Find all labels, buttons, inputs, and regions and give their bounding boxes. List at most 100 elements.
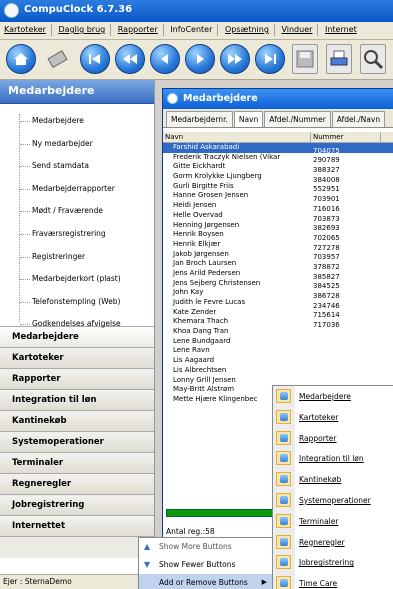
cell-navn: Khoa Dang Tran — [173, 327, 229, 336]
table-row[interactable]: Gitte Eickhardt 388327 — [163, 162, 393, 174]
tree-item-registreringer[interactable]: Registreringer — [0, 246, 154, 269]
rewind-icon[interactable] — [115, 44, 145, 74]
save-icon[interactable] — [292, 44, 318, 74]
menu-item-show-fewer-buttons[interactable]: ▼ Show Fewer Buttons — [139, 556, 273, 574]
table-row[interactable]: Lis Aagaard — [163, 356, 393, 366]
menu-bar: Kartoteker Daglig brug Rapporter InfoCen… — [0, 22, 393, 40]
tab-afdel-nummer[interactable]: Afdel./Nummer — [264, 111, 331, 127]
table-row[interactable]: John Kay 386728 — [163, 288, 393, 300]
tree-item-fravaersregistrering[interactable]: Fraværsregistrering — [0, 223, 154, 246]
first-icon[interactable] — [80, 44, 110, 74]
table-row[interactable]: Judith le Fevre Lucas 234746 — [163, 298, 393, 310]
submenu-item[interactable]: Kantinekøb — [273, 469, 393, 490]
menu-kartoteker[interactable]: Kartoteker — [0, 22, 51, 39]
table-row[interactable]: Jens Sejberg Christensen 384525 — [163, 279, 393, 291]
submenu-item[interactable]: Systemoperationer — [273, 490, 393, 511]
menu-item-show-more-buttons[interactable]: ▲ Show More Buttons — [139, 538, 273, 556]
table-row[interactable]: Gurli Birgitte Friis 552951 — [163, 181, 393, 194]
submenu-item[interactable]: Terminaler — [273, 511, 393, 532]
table-row[interactable]: Lonny Grill Jensen — [163, 376, 393, 386]
cell-navn: Farshid Askarabadi — [173, 143, 240, 151]
submenu-arrow-icon: ▶ — [261, 578, 267, 586]
table-row[interactable]: Lene Ravn — [163, 346, 393, 356]
menu-opsaetning[interactable]: Opsætning — [221, 22, 274, 39]
cell-navn: Gurli Birgitte Friis — [173, 181, 234, 190]
menu-internet[interactable]: Internet — [321, 22, 362, 39]
table-row[interactable]: Jakob Jørgensen 703957 — [163, 250, 393, 262]
nav-button-kantinekob[interactable]: Kantinekøb — [0, 411, 154, 432]
tree-item-send-stamdata[interactable]: Send stamdata — [0, 155, 154, 178]
tab-medarbejdernr[interactable]: Medarbejdernr. — [166, 111, 233, 127]
tree-item-medarbejderkort[interactable]: Medarbejderkort (plast) — [0, 268, 154, 291]
table-row[interactable]: Henrik Elkjær 727278 — [163, 240, 393, 252]
cell-navn: Gorm Krolykke Ljungberg — [173, 172, 262, 181]
table-row[interactable]: Farshid Askarabadi 704075 — [163, 143, 393, 155]
table-row[interactable]: Lis Albrechtsen — [163, 366, 393, 376]
forward-icon[interactable] — [185, 44, 215, 74]
table-row[interactable]: Jan Broch Laursen 378872 — [163, 259, 393, 271]
cell-navn: Kate Zender — [173, 307, 217, 316]
column-header-navn[interactable]: Navn — [163, 132, 311, 143]
print-icon[interactable] — [326, 44, 352, 74]
tree-item-modt-fravaerende[interactable]: Mødt / Fraværende — [0, 200, 154, 223]
menu-item-add-remove-buttons[interactable]: Add or Remove Buttons ▶ — [139, 574, 273, 589]
checked-button-icon — [276, 555, 291, 570]
menu-infocenter[interactable]: InfoCenter — [166, 22, 217, 39]
submenu-item[interactable]: Medarbejdere — [273, 386, 393, 407]
nav-button-terminaler[interactable]: Terminaler — [0, 453, 154, 474]
menu-rapporter[interactable]: Rapporter — [114, 22, 163, 39]
submenu-item[interactable]: Jobregistrering — [273, 552, 393, 573]
nav-button-internettet[interactable]: Internettet — [0, 516, 154, 537]
submenu-item-label: Time Care — [299, 579, 338, 589]
preview-icon[interactable] — [360, 44, 386, 74]
submenu-item[interactable]: Time Care — [273, 573, 393, 589]
column-header-nummer[interactable]: Nummer — [311, 132, 381, 143]
tree-item-telefonstempling[interactable]: Telefonstempling (Web) — [0, 291, 154, 314]
table-row[interactable]: Henning Jørgensen 382693 — [163, 221, 393, 233]
cell-navn: Khemara Thach — [173, 317, 229, 326]
left-panel-header: Medarbejdere — [0, 80, 154, 104]
table-row[interactable]: Kate Zender 715614 — [163, 307, 393, 320]
cell-navn: Jens Arild Pedersen — [173, 268, 241, 277]
progress-bar — [166, 509, 276, 517]
nav-button-kartoteker[interactable]: Kartoteker — [0, 348, 154, 369]
tab-afdel-navn[interactable]: Afdel./Navn — [331, 111, 386, 127]
home-icon[interactable] — [6, 44, 36, 74]
nav-button-systemoperationer[interactable]: Systemoperationer — [0, 432, 154, 453]
tree-item-ny-medarbejder[interactable]: Ny medarbejder — [0, 133, 154, 156]
back-icon[interactable] — [150, 44, 180, 74]
checked-button-icon — [276, 513, 291, 528]
record-count: Antal reg.:58 — [166, 527, 215, 536]
table-row[interactable]: Henrik Boysen 702065 — [163, 230, 393, 242]
table-row[interactable]: Helle Overvad 703873 — [163, 211, 393, 223]
menu-vinduer[interactable]: Vinduer — [277, 22, 317, 39]
table-row[interactable]: Frederik Traczyk Nielsen (Vikar 290789 — [163, 153, 393, 165]
submenu-item[interactable]: Kartoteker — [273, 407, 393, 428]
table-row[interactable]: Khoa Dang Tran — [163, 327, 393, 337]
last-icon[interactable] — [255, 44, 285, 74]
table-row[interactable]: Khemara Thach 717036 — [163, 317, 393, 329]
table-row[interactable]: Jens Arild Pedersen 385827 — [163, 268, 393, 281]
table-row[interactable]: Heidi Jensen 716016 — [163, 201, 393, 213]
nav-button-regneregler[interactable]: Regneregler — [0, 474, 154, 495]
table-row[interactable]: Hanne Grosen Jensen 703901 — [163, 191, 393, 203]
nav-button-integration-til-lon[interactable]: Integration til løn — [0, 390, 154, 411]
submenu-item[interactable]: Rapporter — [273, 428, 393, 449]
tree-item-medarbejderrapporter[interactable]: Medarbejderrapporter — [0, 178, 154, 201]
checked-button-icon — [276, 389, 291, 403]
submenu-item[interactable]: Integration til løn — [273, 448, 393, 469]
submenu-item-label: Terminaler — [299, 516, 339, 526]
menu-daglig-brug[interactable]: Daglig brug — [55, 22, 111, 39]
table-row[interactable]: Lene Bundgaard — [163, 337, 393, 347]
tab-navn[interactable]: Navn — [233, 111, 264, 127]
fast-forward-icon[interactable] — [220, 44, 250, 74]
nav-button-jobregistrering[interactable]: Jobregistrering — [0, 495, 154, 516]
submenu-item[interactable]: Regneregler — [273, 532, 393, 553]
tree-item-godkendelses-afvigelse[interactable]: Godkendelses afvigelse — [0, 313, 154, 336]
submenu-item-label: Kartoteker — [299, 412, 339, 422]
cell-navn: Hanne Grosen Jensen — [173, 191, 249, 200]
table-row[interactable]: Gorm Krolykke Ljungberg 384008 — [163, 172, 393, 184]
eraser-icon[interactable] — [44, 44, 70, 74]
tree-item-medarbejdere[interactable]: Medarbejdere — [0, 110, 154, 133]
nav-button-rapporter[interactable]: Rapporter — [0, 369, 154, 390]
